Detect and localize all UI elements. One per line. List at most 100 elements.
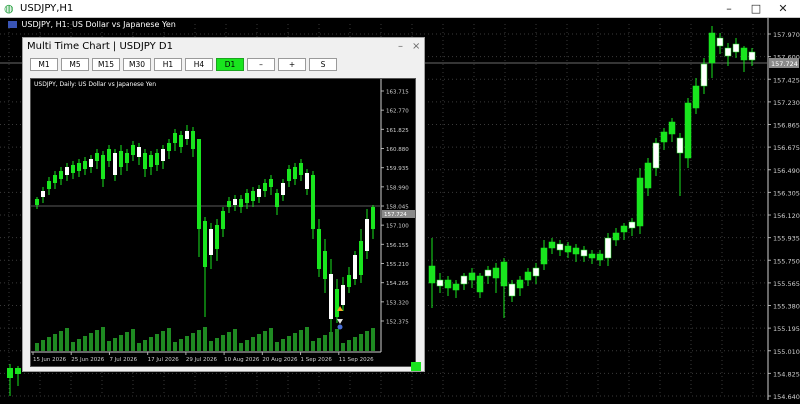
candle-body xyxy=(484,269,492,277)
candle-body xyxy=(620,225,628,233)
date-label: 10 Aug 2026 xyxy=(224,357,260,363)
volume-bar xyxy=(161,331,165,351)
volume-bar xyxy=(365,331,369,351)
candle-body xyxy=(628,221,636,229)
candle-body xyxy=(155,153,159,165)
date-label: 29 Jul 2026 xyxy=(186,357,218,363)
price-label: 156.675 xyxy=(773,144,800,152)
price-label: 157.230 xyxy=(773,99,800,107)
price-label: 162.770 xyxy=(386,109,409,115)
candle-body xyxy=(335,289,339,317)
candle-body xyxy=(468,272,476,281)
price-label: 158.990 xyxy=(386,185,409,191)
candle-body xyxy=(125,153,129,163)
candle-body xyxy=(428,265,436,284)
candle-body xyxy=(257,189,261,197)
window-title: USDJPY,H1 xyxy=(20,3,74,14)
price-label: 156.305 xyxy=(773,189,800,197)
candle-body xyxy=(167,143,171,151)
minimize-button[interactable]: – xyxy=(718,1,740,17)
candle-body xyxy=(588,253,596,259)
current-price-label: 157.724 xyxy=(771,60,798,68)
candle-body xyxy=(353,255,357,279)
panel-resize-grip[interactable] xyxy=(411,362,421,371)
candle-body xyxy=(209,229,213,255)
volume-bar xyxy=(107,341,111,351)
candle-body xyxy=(371,207,375,229)
volume-bar xyxy=(119,335,123,351)
candle-body xyxy=(149,155,153,167)
price-label: 157.970 xyxy=(773,31,800,39)
candle-body xyxy=(83,161,87,169)
daily-chart-canvas[interactable]: 163.715 162.770 161.825 160.880 159.935 158.9… xyxy=(31,79,415,366)
volume-bar xyxy=(83,336,87,351)
volume-bar xyxy=(287,336,291,351)
candle-body xyxy=(500,261,508,287)
price-label: 155.565 xyxy=(773,280,800,288)
volume-bar xyxy=(71,342,75,351)
date-label: 17 Jul 2026 xyxy=(148,357,180,363)
candle-body xyxy=(71,165,75,173)
candle-body xyxy=(524,271,532,281)
price-label: 156.865 xyxy=(773,122,800,130)
candle-body xyxy=(251,191,255,201)
candle-body xyxy=(323,251,327,279)
tf-button-m15[interactable]: M15 xyxy=(92,58,120,71)
candle-body xyxy=(137,147,141,157)
candle-body xyxy=(700,63,708,87)
multi-time-chart-panel[interactable]: Multi Time Chart | USDJPY D1 – × M1 M5 M… xyxy=(22,37,425,372)
candle-body xyxy=(197,139,201,229)
daily-chart[interactable]: 163.715 162.770 161.825 160.880 159.935 158.9… xyxy=(30,78,416,367)
candle-body xyxy=(287,169,291,181)
panel-close-button[interactable]: × xyxy=(412,40,420,54)
candle-body xyxy=(508,283,516,297)
candle-body xyxy=(59,171,63,179)
candle-body xyxy=(476,275,484,293)
volume-bar xyxy=(65,328,69,351)
main-chart-caption: USDJPY, H1: US Dollar vs Japanese Yen xyxy=(8,20,176,29)
candle-body xyxy=(107,149,111,161)
candle-body xyxy=(692,85,700,109)
price-label: 156.155 xyxy=(386,243,409,249)
price-label: 154.640 xyxy=(773,393,800,400)
tf-button-m1[interactable]: M1 xyxy=(30,58,58,71)
volume-bar xyxy=(251,337,255,351)
panel-title: Multi Time Chart | USDJPY D1 xyxy=(27,41,173,52)
tf-button-m5[interactable]: M5 xyxy=(61,58,89,71)
volume-bar xyxy=(221,335,225,351)
volume-bar xyxy=(131,329,135,351)
panel-minimize-button[interactable]: – xyxy=(398,40,403,54)
candle-body xyxy=(452,283,460,291)
candle-body xyxy=(119,151,123,167)
candle-body xyxy=(47,181,51,189)
price-label: 155.010 xyxy=(773,348,800,356)
close-button[interactable]: ✕ xyxy=(772,1,794,17)
zoom-out-button[interactable]: – xyxy=(247,58,275,71)
volume-bar xyxy=(269,328,273,351)
candle-body xyxy=(748,51,756,61)
settings-s-button[interactable]: S xyxy=(309,58,337,71)
candle-body xyxy=(311,175,315,229)
date-label: 15 Jun 2026 xyxy=(33,357,67,363)
tf-button-d1[interactable]: D1 xyxy=(216,58,244,71)
maximize-button[interactable]: □ xyxy=(745,1,767,17)
date-label: 11 Sep 2026 xyxy=(339,357,374,363)
candle-body xyxy=(239,199,243,207)
volume-bar xyxy=(263,331,267,351)
tf-button-m30[interactable]: M30 xyxy=(123,58,151,71)
candle-body xyxy=(359,241,363,275)
volume-bar xyxy=(125,332,129,351)
candle-body xyxy=(604,237,612,259)
volume-bar xyxy=(371,328,375,351)
candle-body xyxy=(7,368,13,378)
tf-button-h1[interactable]: H1 xyxy=(154,58,182,71)
volume-bar xyxy=(77,339,81,351)
volume-bar xyxy=(257,334,261,351)
candle-body xyxy=(215,225,219,249)
volume-bar xyxy=(185,336,189,351)
candle-body xyxy=(35,199,39,205)
zoom-in-button[interactable]: + xyxy=(278,58,306,71)
candle-body xyxy=(636,177,644,227)
candle-body xyxy=(101,155,105,179)
tf-button-h4[interactable]: H4 xyxy=(185,58,213,71)
